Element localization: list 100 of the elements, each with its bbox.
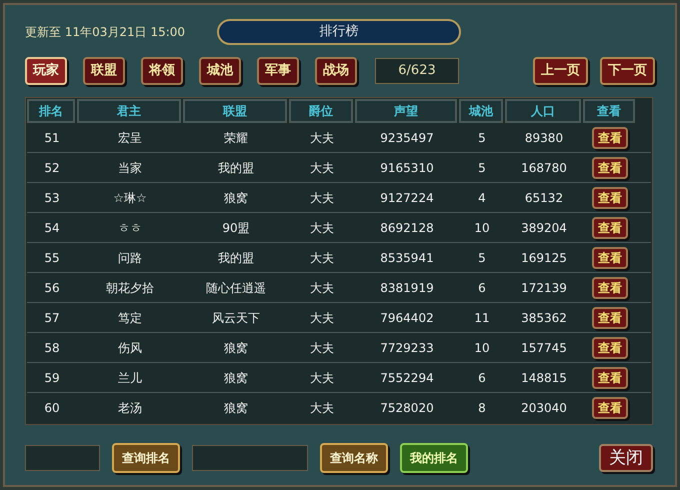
- table-cell-text: 6: [477, 280, 487, 296]
- column-header: 声望: [355, 99, 457, 123]
- table-cell-text: 伤风: [117, 340, 143, 356]
- query-button[interactable]: 查询排名: [112, 443, 180, 473]
- table-cell-text: 问路: [117, 250, 143, 266]
- column-header: 人口: [505, 99, 581, 123]
- column-header: 查看: [583, 99, 635, 123]
- view-button[interactable]: 查看: [592, 246, 628, 268]
- table-cell-text: 56: [43, 280, 61, 296]
- table-cell-text: 笃定: [117, 310, 143, 326]
- table-cell-text: 5: [477, 160, 487, 176]
- table-cell-text: 9127224: [379, 190, 435, 206]
- search-field[interactable]: [192, 445, 308, 471]
- table-cell-text: 7729233: [379, 340, 435, 356]
- column-header: 君主: [77, 99, 181, 123]
- table-cell-text: 57: [43, 310, 61, 326]
- table-cell-text: 风云天下: [211, 310, 261, 326]
- table-cell-text: 我的盟: [217, 160, 255, 176]
- column-header: 联盟: [183, 99, 287, 123]
- table-cell-text: 169125: [520, 250, 568, 266]
- table-cell-text: 宏呈: [117, 130, 143, 146]
- view-button[interactable]: 查看: [592, 306, 628, 328]
- close-button[interactable]: 关闭: [599, 444, 653, 472]
- table-cell-text: 9165310: [379, 160, 435, 176]
- table-cell-text: 11: [473, 310, 491, 326]
- table-cell-text: 51: [43, 130, 61, 146]
- view-button[interactable]: 查看: [592, 186, 628, 208]
- table-cell-text: 大夫: [309, 160, 335, 176]
- table-cell-text: ㅎㅎ: [117, 220, 143, 236]
- table-cell-text: 55: [43, 250, 61, 266]
- category-tab[interactable]: 军事: [257, 57, 299, 85]
- table-cell-text: 52: [43, 160, 61, 176]
- category-tab[interactable]: 玩家: [25, 57, 67, 85]
- table-cell-text: 53: [43, 190, 61, 206]
- table-cell-text: 58: [43, 340, 61, 356]
- table-cell-text: 大夫: [309, 400, 335, 417]
- category-tab[interactable]: 城池: [199, 57, 241, 85]
- table-cell-text: 大夫: [309, 370, 335, 386]
- table-cell-text: 168780: [520, 160, 568, 176]
- table-cell-text: 大夫: [309, 220, 335, 236]
- table-cell-text: 385362: [520, 310, 568, 326]
- table-cell-text: 随心任逍遥: [205, 280, 267, 296]
- table-cell-text: 兰儿: [117, 370, 143, 386]
- table-cell-text: 朝花夕拾: [105, 280, 155, 296]
- table-cell-text: 狼窝: [223, 340, 249, 356]
- table-cell-text: 狼窝: [223, 400, 249, 417]
- table-cell-text: 大夫: [309, 250, 335, 266]
- table-cell-text: 7964402: [379, 310, 435, 326]
- table-cell-text: 54: [43, 220, 61, 236]
- table-cell-text: 老汤: [117, 400, 143, 417]
- table-cell-text: 7552294: [379, 370, 435, 386]
- my-rank-button[interactable]: 我的排名: [400, 443, 468, 473]
- category-tab[interactable]: 联盟: [83, 57, 125, 85]
- view-button[interactable]: 查看: [592, 366, 628, 388]
- table-cell-text: 4: [477, 190, 487, 206]
- table-cell-text: 荣耀: [223, 130, 249, 146]
- table-cell-text: 9235497: [379, 130, 435, 146]
- table-cell-text: 8381919: [379, 280, 435, 296]
- table-cell-text: 90盟: [221, 220, 251, 236]
- view-button[interactable]: 查看: [592, 336, 628, 358]
- view-button[interactable]: 查看: [592, 397, 628, 419]
- table-cell-text: 5: [477, 250, 487, 266]
- table-cell-text: 8535941: [379, 250, 435, 266]
- table-cell-text: 大夫: [309, 130, 335, 146]
- table-cell-text: 172139: [520, 280, 568, 296]
- table-cell-text: 203040: [520, 400, 568, 417]
- table-cell-text: 8: [477, 400, 487, 417]
- update-time: 更新至 11年03月21日 15:00: [25, 24, 186, 41]
- table-cell-text: 60: [43, 400, 61, 417]
- table-cell-text: 59: [43, 370, 61, 386]
- table-cell-text: 狼窝: [223, 190, 249, 206]
- table-cell-text: 当家: [117, 160, 143, 176]
- page-button[interactable]: 下一页: [600, 57, 655, 85]
- view-button[interactable]: 查看: [592, 276, 628, 298]
- table-cell-text: ☆琳☆: [112, 190, 148, 206]
- table-cell-text: 大夫: [309, 280, 335, 296]
- table-cell-text: 389204: [520, 220, 568, 236]
- table-cell-text: 157745: [520, 340, 568, 356]
- table-cell-text: 我的盟: [217, 250, 255, 266]
- query-button[interactable]: 查询名称: [320, 443, 388, 473]
- page-indicator: 6/623: [375, 58, 459, 84]
- category-tab[interactable]: 战场: [315, 57, 357, 85]
- table-cell-text: 10: [473, 220, 491, 236]
- column-header: 城池: [459, 99, 503, 123]
- table-cell-text: 10: [473, 340, 491, 356]
- column-header: 排名: [27, 99, 75, 123]
- view-button[interactable]: 查看: [592, 216, 628, 238]
- view-button[interactable]: 查看: [592, 126, 628, 148]
- window-title: 排行榜: [217, 19, 461, 45]
- category-tab[interactable]: 将领: [141, 57, 183, 85]
- table-cell-text: 7528020: [379, 400, 435, 417]
- table-cell-text: 89380: [524, 130, 564, 146]
- search-field[interactable]: [25, 445, 100, 471]
- view-button[interactable]: 查看: [592, 156, 628, 178]
- table-cell-text: 狼窝: [223, 370, 249, 386]
- page-button[interactable]: 上一页: [533, 57, 588, 85]
- column-header: 爵位: [289, 99, 353, 123]
- table-cell-text: 大夫: [309, 310, 335, 326]
- table-cell-text: 148815: [520, 370, 568, 386]
- table-cell-text: 8692128: [379, 220, 435, 236]
